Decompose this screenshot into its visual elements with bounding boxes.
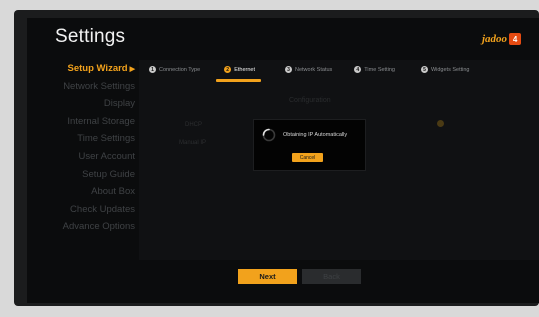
sidebar-item-setup-guide[interactable]: Setup Guide: [47, 166, 135, 184]
step-number: 5: [420, 66, 428, 73]
sidebar-item-label: Setup Wizard: [67, 63, 128, 74]
step-label: Widgets Setting: [430, 66, 470, 73]
config-header: Configuration: [289, 97, 331, 104]
sidebar-item-internal-storage[interactable]: Internal Storage: [47, 113, 135, 131]
sidebar-item-label: Time Settings: [77, 133, 135, 145]
step-connection-type[interactable]: 1 Connection Type: [149, 66, 200, 73]
step-widgets-setting[interactable]: 5 Widgets Setting: [420, 66, 470, 73]
logo-badge: 4: [509, 33, 522, 45]
loading-spinner-icon: [262, 128, 276, 142]
step-time-setting[interactable]: 4 Time Setting: [354, 66, 395, 73]
cancel-button[interactable]: Cancel: [292, 153, 323, 162]
step-number: 2: [224, 66, 232, 73]
step-number: 4: [354, 66, 362, 73]
radio-icon: [437, 120, 444, 127]
sidebar-item-network-settings[interactable]: Network Settings: [47, 78, 135, 96]
dialog-message: Obtaining IP Automatically: [283, 132, 348, 138]
page-title: Settings: [55, 26, 126, 47]
brand-logo: jadoo 4: [482, 33, 522, 45]
sidebar-item-user-account[interactable]: User Account: [47, 148, 136, 166]
step-network-status[interactable]: 3 Network Status: [284, 66, 333, 73]
sidebar-item-display[interactable]: Display: [47, 95, 135, 113]
step-label: Time Setting: [364, 66, 395, 73]
sidebar-item-label: About Box: [91, 186, 135, 198]
logo-text: jadoo: [482, 33, 508, 45]
sidebar-item-label: Check Updates: [70, 203, 135, 215]
sidebar-item-about-box[interactable]: About Box: [47, 183, 135, 201]
sidebar-item-label: Network Settings: [63, 80, 135, 92]
sidebar-item-label: Internal Storage: [67, 115, 135, 127]
step-label: Ethernet: [234, 66, 255, 73]
manual-ip-label: Manual IP: [179, 140, 207, 146]
sidebar-item-check-updates[interactable]: Check Updates: [47, 201, 135, 219]
step-label: Connection Type: [159, 66, 201, 73]
settings-sidebar: Setup Wizard ▶ Network Settings Display I…: [47, 60, 135, 236]
settings-screen: Settings jadoo 4 Setup Wizard ▶ Network S…: [27, 18, 539, 303]
sidebar-item-setup-wizard[interactable]: Setup Wizard ▶: [47, 60, 135, 78]
wizard-steps: 1 Connection Type 2 Ethernet 3 Network S…: [149, 66, 537, 82]
step-number: 3: [284, 66, 292, 73]
sidebar-item-label: Setup Guide: [82, 168, 135, 180]
sidebar-item-label: User Account: [78, 150, 136, 162]
chevron-right-icon: ▶: [129, 66, 135, 73]
sidebar-item-label: Display: [103, 98, 135, 110]
step-number: 1: [149, 66, 156, 73]
step-ethernet[interactable]: 2 Ethernet: [216, 66, 261, 82]
sidebar-item-time-settings[interactable]: Time Settings: [47, 130, 135, 148]
back-button[interactable]: Back: [302, 269, 361, 284]
sidebar-item-advance-options[interactable]: Advance Options: [47, 218, 135, 236]
obtaining-ip-dialog: Obtaining IP Automatically Cancel: [253, 119, 366, 171]
dhcp-label: DHCP: [185, 122, 203, 128]
sidebar-item-label: Advance Options: [62, 221, 135, 233]
next-button[interactable]: Next: [238, 269, 297, 284]
step-label: Network Status: [294, 66, 333, 73]
